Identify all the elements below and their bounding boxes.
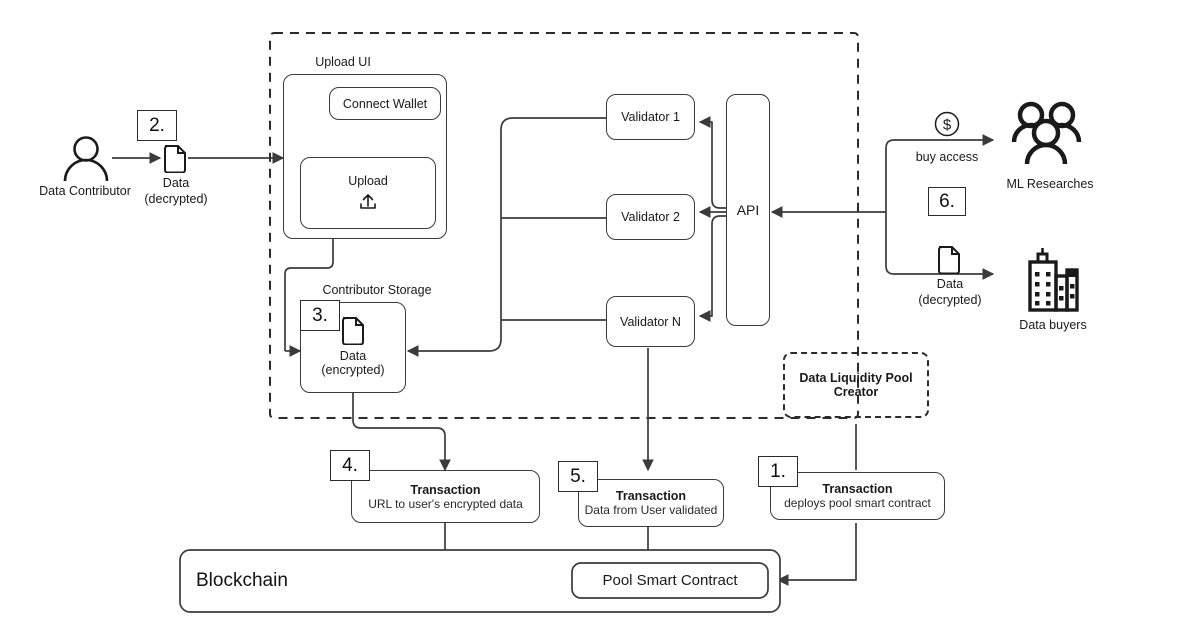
data-contributor-label: Data Contributor bbox=[39, 184, 131, 198]
validator-2-box: Validator 2 bbox=[606, 194, 695, 240]
svg-text:$: $ bbox=[943, 117, 952, 134]
wire-tx1-to-pool-contract bbox=[776, 523, 857, 586]
dollar-circle-icon: $ bbox=[932, 109, 962, 139]
ml-researchers-label: ML Researches bbox=[1006, 177, 1094, 191]
connect-wallet-button[interactable]: Connect Wallet bbox=[329, 87, 441, 120]
data-buyers-label: Data buyers bbox=[1019, 318, 1087, 332]
transaction-4-box: Transaction URL to user's encrypted data bbox=[351, 470, 540, 523]
buy-access-label: buy access bbox=[915, 150, 979, 164]
wire-api-to-validator1 bbox=[698, 116, 728, 209]
wire-api-to-validatorN bbox=[698, 215, 728, 322]
file-icon bbox=[934, 243, 964, 275]
person-icon bbox=[58, 136, 114, 182]
step-5-badge: 5. bbox=[558, 461, 598, 492]
pool-creator-line2: Creator bbox=[833, 385, 879, 399]
transaction-1-title: Transaction bbox=[822, 482, 893, 496]
diagram-canvas: Data Contributor 2. Data (decrypted) Upl… bbox=[0, 0, 1200, 631]
step-4-badge: 4. bbox=[330, 450, 370, 481]
buildings-icon bbox=[1014, 248, 1080, 312]
step-2-badge: 2. bbox=[137, 110, 177, 141]
transaction-5-box: Transaction Data from User validated bbox=[578, 479, 724, 527]
data-decrypted-left-line1: Data bbox=[162, 176, 190, 190]
validator-n-label: Validator N bbox=[620, 314, 681, 329]
upload-ui-title: Upload UI bbox=[315, 55, 371, 69]
step-3-badge: 3. bbox=[300, 300, 340, 331]
file-icon bbox=[339, 314, 367, 346]
pool-creator-line1: Data Liquidity Pool bbox=[799, 371, 913, 385]
pool-smart-contract-label-wrap: Pool Smart Contract bbox=[572, 563, 768, 598]
data-decrypted-left-caption: Data (decrypted) bbox=[132, 176, 220, 207]
upload-label: Upload bbox=[348, 174, 388, 188]
transaction-4-subtitle: URL to user's encrypted data bbox=[368, 496, 523, 511]
blockchain-label: Blockchain bbox=[196, 570, 288, 591]
upload-arrow-icon bbox=[357, 192, 379, 212]
file-icon bbox=[160, 142, 190, 174]
validator-1-box: Validator 1 bbox=[606, 94, 695, 140]
storage-data-line2: (encrypted) bbox=[321, 363, 385, 377]
transaction-4-title: Transaction bbox=[410, 482, 481, 497]
people-group-icon bbox=[1007, 100, 1085, 168]
contributor-storage-title: Contributor Storage bbox=[322, 283, 432, 297]
validator-n-box: Validator N bbox=[606, 296, 695, 347]
step-1-badge: 1. bbox=[758, 456, 798, 487]
data-liquidity-pool-creator-box: Data Liquidity Pool Creator bbox=[783, 352, 929, 418]
transaction-5-subtitle: Data from User validated bbox=[584, 503, 718, 517]
transaction-5-title: Transaction bbox=[615, 489, 687, 503]
data-decrypted-right-line2: (decrypted) bbox=[918, 292, 982, 307]
validator-1-label: Validator 1 bbox=[621, 110, 680, 124]
data-decrypted-right-line1: Data bbox=[936, 277, 964, 291]
validator-2-label: Validator 2 bbox=[621, 210, 680, 224]
connector-layer bbox=[112, 32, 995, 613]
connect-wallet-label: Connect Wallet bbox=[342, 96, 428, 111]
data-decrypted-left-line2: (decrypted) bbox=[144, 191, 208, 206]
upload-dropzone[interactable]: Upload bbox=[300, 157, 436, 229]
transaction-1-subtitle: deploys pool smart contract bbox=[784, 496, 931, 510]
step-6-badge: 6. bbox=[928, 187, 966, 216]
api-box: API bbox=[726, 94, 770, 326]
storage-data-line1: Data bbox=[339, 349, 367, 363]
pool-smart-contract-label: Pool Smart Contract bbox=[602, 572, 738, 589]
api-label: API bbox=[736, 202, 760, 218]
data-decrypted-right-caption: Data (decrypted) bbox=[905, 277, 995, 308]
